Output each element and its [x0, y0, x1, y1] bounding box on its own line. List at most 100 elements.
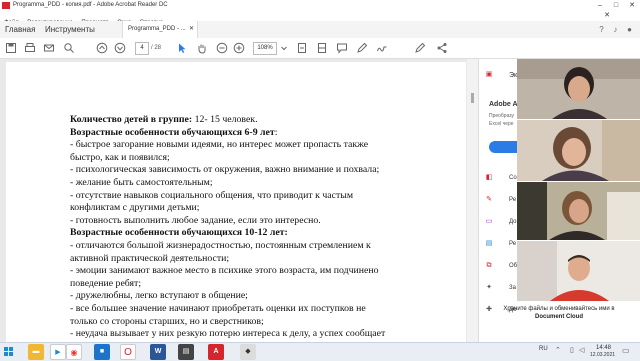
document-text-segment: только со стороны старших, но и сверстни… — [70, 315, 264, 327]
participant-4-image — [517, 241, 640, 301]
video-tile-3[interactable] — [517, 182, 640, 240]
tab-tools[interactable]: Инструменты — [45, 21, 95, 38]
tray-chevron-icon[interactable]: ⌃ — [555, 346, 561, 354]
document-text-segment: Количество детей в группе: — [70, 114, 193, 125]
zoom-app-icon[interactable]: ■ — [94, 344, 110, 360]
window-controls: – □ ✕ — [592, 0, 640, 11]
zoom-dropdown-chevron-icon[interactable] — [278, 42, 290, 54]
video-tile-2[interactable] — [517, 120, 640, 181]
tab-document-label: Programma_PDD - ... — [128, 26, 186, 32]
maximize-button[interactable]: □ — [608, 0, 624, 11]
close-window-button[interactable]: ✕ — [624, 0, 640, 11]
draw-pen-icon[interactable] — [414, 42, 426, 54]
acrobat-taskbar-icon[interactable]: A — [208, 344, 224, 360]
organize-pages-icon[interactable]: ▤ — [485, 240, 493, 248]
document-line: - отличаются большой жизнерадостностью, … — [70, 240, 450, 253]
avatar[interactable]: ● — [625, 25, 634, 34]
fit-page-icon[interactable] — [296, 42, 308, 54]
pane-item-5[interactable]: Об — [509, 263, 517, 269]
comment-tool-icon[interactable]: ▭ — [485, 218, 493, 226]
email-icon[interactable] — [43, 42, 55, 54]
clock-date[interactable]: 12.03.2021 — [590, 352, 615, 358]
help-icon[interactable]: ? — [597, 25, 606, 34]
document-line: - дружелюбны, легко вступают в общение; — [70, 290, 450, 303]
comment-icon[interactable] — [336, 42, 348, 54]
document-text-segment: - отсутствие навыков социального общения… — [70, 189, 354, 201]
document-line: - желание быть самостоятельным; — [70, 177, 450, 190]
highlight-pen-icon[interactable] — [356, 42, 368, 54]
document-text-segment: 12- 15 человек. — [192, 114, 258, 125]
document-text-segment: - все большее значение начинают приобрет… — [70, 302, 366, 314]
file-explorer-icon[interactable]: ▬ — [28, 344, 44, 360]
pane-item-4[interactable]: Ре — [509, 241, 516, 247]
network-icon[interactable]: ▯ — [570, 346, 574, 354]
pane-item-3[interactable]: До — [509, 219, 516, 225]
edit-pdf-icon[interactable]: ✎ — [485, 196, 493, 204]
pane-desc-line2: Excel чере — [489, 121, 514, 127]
minimize-button[interactable]: – — [592, 0, 608, 11]
next-page-icon[interactable] — [114, 42, 126, 54]
combine-files-icon[interactable]: ⧉ — [485, 262, 493, 270]
sign-icon[interactable] — [376, 42, 388, 54]
document-text-segment: поведение ребят; — [70, 277, 142, 289]
hand-tool-icon[interactable] — [196, 42, 208, 54]
word-app-icon[interactable]: W — [150, 344, 166, 360]
pane-item-2[interactable]: Ре — [509, 197, 516, 203]
clock-time[interactable]: 14:48 — [596, 345, 611, 351]
close-document-icon[interactable]: ✕ — [604, 11, 610, 21]
messenger-app-icon[interactable]: ◆ — [240, 344, 256, 360]
print-icon[interactable] — [24, 42, 36, 54]
zoom-out-icon[interactable] — [216, 42, 228, 54]
video-tile-1[interactable] — [517, 59, 640, 119]
pdf-page: Количество детей в группе: 12- 15 челове… — [6, 62, 466, 342]
document-text-segment: - дружелюбны, легко вступают в общение; — [70, 290, 248, 302]
create-pdf-icon[interactable]: ◧ — [485, 174, 493, 182]
windows-start-icon[interactable] — [4, 347, 14, 357]
tab-document[interactable]: Programma_PDD - ... ✕ — [122, 21, 198, 38]
language-indicator[interactable]: RU — [539, 346, 548, 352]
menu-bar: Файл Редактирование Просмотр Окно Справк… — [0, 11, 640, 26]
tab-close-icon[interactable]: ✕ — [189, 21, 194, 38]
scrollbar-thumb[interactable] — [471, 93, 474, 103]
document-line: Количество детей в группе: 12- 15 челове… — [70, 114, 450, 127]
select-cursor-icon[interactable] — [176, 42, 188, 54]
document-line: конфликтам с другими детьми; — [70, 202, 450, 215]
document-text-segment: - психологическая зависимость от окружен… — [70, 164, 380, 176]
document-text-segment: активной практической деятельности; — [70, 252, 230, 264]
document-line: быстро, как и появился; — [70, 152, 450, 165]
document-line: - психологическая зависимость от окружен… — [70, 164, 450, 177]
acrobat-app-icon — [2, 2, 10, 9]
video-tile-4[interactable] — [517, 241, 640, 301]
document-text-segment: конфликтам с другими детьми; — [70, 202, 200, 214]
vertical-scrollbar[interactable] — [467, 59, 478, 342]
document-line: активной практической деятельности; — [70, 253, 450, 266]
protect-icon[interactable]: ✦ — [485, 284, 493, 292]
scroll-mode-icon[interactable] — [316, 42, 328, 54]
export-pdf-icon[interactable]: ▣ — [485, 71, 493, 79]
volume-icon[interactable]: ◁ — [579, 346, 584, 354]
document-text-segment: быстро, как и появился; — [70, 151, 170, 163]
tab-home[interactable]: Главная — [5, 21, 35, 38]
save-icon[interactable] — [5, 42, 17, 54]
previous-page-icon[interactable] — [96, 42, 108, 54]
page-number-input[interactable]: 4 — [135, 42, 149, 55]
opera-browser-icon[interactable]: O — [120, 344, 136, 360]
zoom-in-icon[interactable] — [233, 42, 245, 54]
document-text-segment: - эмоции занимают важное место в психике… — [70, 265, 379, 277]
chrome-browser-icon[interactable]: ◉ — [66, 344, 82, 360]
share-icon[interactable] — [436, 42, 448, 54]
media-player-icon[interactable]: ▶ — [50, 344, 66, 360]
document-area[interactable]: Количество детей в группе: 12- 15 челове… — [0, 59, 478, 342]
cloud-promo: Храните файлы и обменивайтесь ими в Docu… — [478, 305, 640, 321]
pane-item-6[interactable]: За — [509, 285, 516, 291]
pane-item-1[interactable]: Со — [509, 175, 517, 181]
pane-header: Эк — [509, 72, 518, 79]
document-text-segment: Возрастные особенности обучающихся 6-9 л… — [70, 126, 275, 138]
notifications-icon[interactable]: ▭ — [622, 346, 630, 355]
document-app-icon[interactable]: ▤ — [178, 344, 194, 360]
document-text-segment: - желание быть самостоятельным; — [70, 176, 213, 188]
search-icon[interactable] — [63, 42, 75, 54]
bell-icon[interactable]: ♪ — [611, 25, 620, 34]
participant-1-image — [517, 59, 640, 119]
zoom-level-select[interactable]: 108% — [253, 42, 277, 55]
